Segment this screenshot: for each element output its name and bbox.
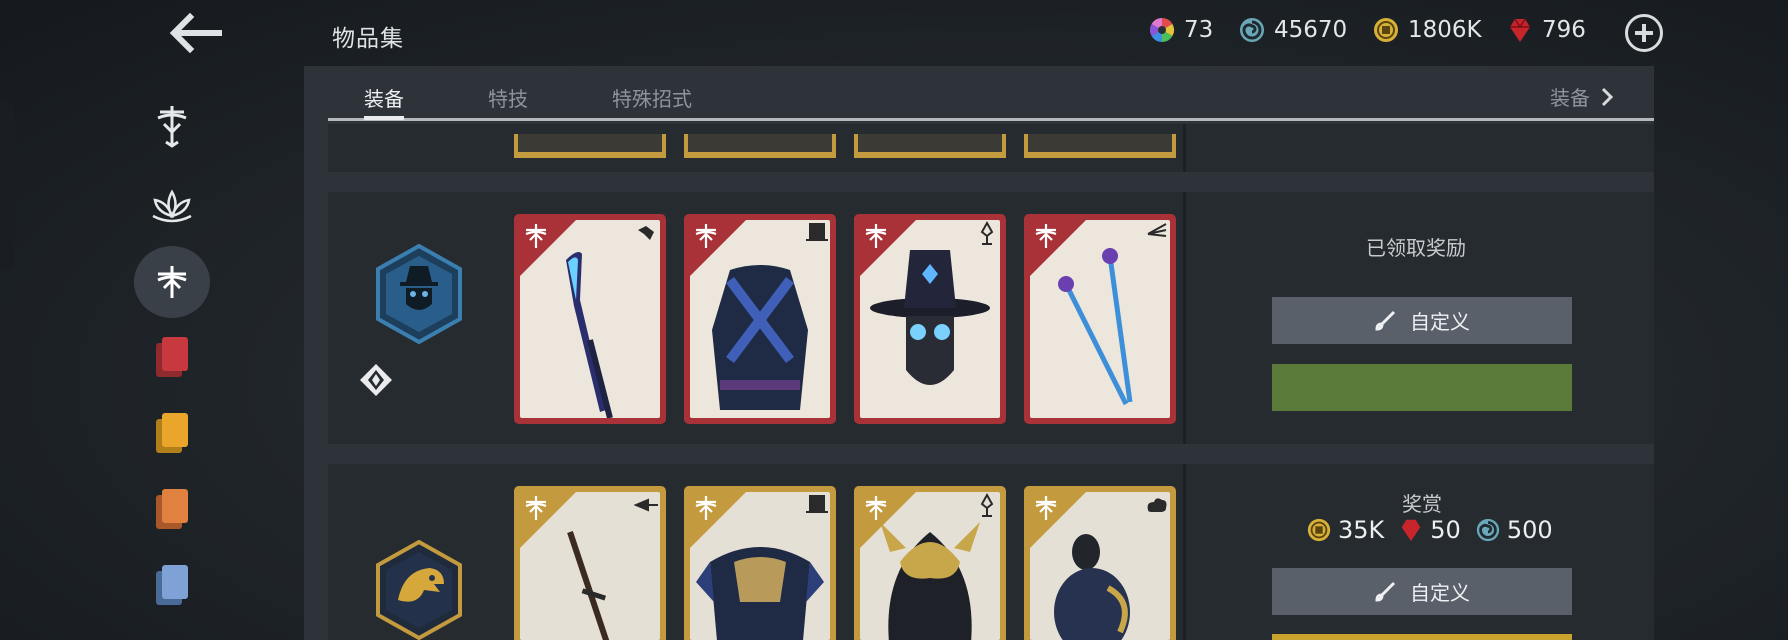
red-cards-icon (156, 337, 188, 377)
row-divider (1183, 124, 1186, 172)
gold-coin-icon (1307, 518, 1331, 542)
card-partial[interactable] (1024, 134, 1176, 158)
currency-spirit: 45670 (1238, 16, 1347, 44)
rainbow-wheel-icon (1149, 17, 1175, 42)
customize-label: 自定义 (1410, 581, 1470, 605)
sidebar-item-legendary-sets[interactable] (134, 398, 210, 470)
currency-value: 45670 (1274, 17, 1348, 43)
tab-next-button[interactable]: 装备 (1550, 82, 1614, 111)
add-currency-button[interactable] (1625, 14, 1663, 52)
top-bar: 物品集 73 45670 1806K 796 (0, 0, 1788, 66)
edge-notch (0, 100, 14, 270)
spirit-swirl-icon (1240, 18, 1264, 42)
page-title: 物品集 (332, 26, 404, 52)
weapon-type-icon (634, 498, 658, 512)
claimed-reward-bar[interactable] (1272, 364, 1572, 411)
currency-ruby: 796 (1506, 16, 1586, 44)
reward-list: 35K 50 500 (1306, 516, 1561, 544)
arrow-left-icon (169, 13, 222, 53)
currency-value: 1806K (1408, 17, 1482, 43)
row-divider (1183, 192, 1186, 444)
card-partial[interactable] (684, 134, 836, 158)
item-card-katana[interactable] (514, 486, 666, 640)
card-partial[interactable] (514, 134, 666, 158)
weapon-type-icon (638, 226, 654, 240)
dragonfly-icon (1035, 224, 1057, 248)
armor-type-icon (806, 223, 828, 241)
customize-label: 自定义 (1410, 310, 1470, 334)
customize-button[interactable]: 自定义 (1272, 568, 1572, 615)
reward-gold: 35K (1306, 516, 1384, 544)
item-card-helm[interactable] (854, 214, 1006, 424)
tab-next-label: 装备 (1550, 86, 1590, 110)
brush-icon (1375, 310, 1396, 331)
chevron-right-icon (1601, 87, 1614, 106)
dragonfly-icon (525, 496, 547, 520)
reward-value: 50 (1430, 516, 1461, 544)
ruby-gem-icon (1401, 519, 1421, 542)
armor-type-icon (806, 495, 828, 513)
reward-spirit: 500 (1475, 516, 1553, 544)
currency-rainbow: 73 (1148, 16, 1213, 44)
currency-gold: 1806K (1372, 16, 1482, 44)
sidebar-item-rare-sets[interactable] (134, 474, 210, 546)
yellow-cards-icon (156, 413, 188, 453)
sidebar-item-common-sets[interactable] (134, 550, 210, 622)
sidebar-item-crest[interactable] (134, 90, 210, 162)
set-row-epic: 已领取奖励 自定义 (328, 192, 1654, 444)
reward-ruby: 50 (1398, 516, 1461, 544)
customize-button[interactable]: 自定义 (1272, 297, 1572, 344)
helm-type-icon (980, 220, 994, 245)
orange-cards-icon (156, 489, 188, 529)
item-card-glaive[interactable] (514, 214, 666, 424)
dragonfly-icon (865, 224, 887, 248)
claim-reward-button[interactable] (1272, 634, 1572, 640)
set-status-text: 已领取奖励 (1366, 236, 1466, 260)
row-divider (1183, 464, 1186, 640)
sidebar-item-lotus[interactable] (134, 170, 210, 242)
blue-cards-icon (156, 565, 188, 605)
tab-special-moves[interactable]: 特殊招式 (612, 83, 692, 112)
brush-icon (1375, 581, 1396, 602)
ruby-gem-icon (1510, 18, 1530, 42)
dragonfly-icon (1035, 496, 1057, 520)
item-card-armor[interactable] (684, 214, 836, 424)
reward-value: 500 (1506, 516, 1553, 544)
dragonfly-icon (157, 266, 187, 298)
dragonfly-icon (695, 224, 717, 248)
reward-value: 35K (1338, 516, 1385, 544)
tab-equipment[interactable]: 装备 (364, 83, 404, 112)
currency-value: 73 (1184, 17, 1214, 43)
sidebar-item-dragonfly[interactable] (134, 246, 210, 318)
item-card-samurai-armor[interactable] (684, 486, 836, 640)
tab-divider (328, 118, 1654, 121)
dragonfly-icon (695, 496, 717, 520)
lotus-icon (152, 189, 192, 223)
magic-type-icon (1147, 498, 1167, 512)
dragonfly-icon (865, 496, 887, 520)
rarity-diamond-icon (360, 364, 392, 396)
reward-title: 奖赏 (1402, 492, 1442, 516)
dragonfly-icon (525, 224, 547, 248)
item-card-ranged[interactable] (1024, 214, 1176, 424)
set-row-partial (328, 124, 1654, 172)
gold-coin-icon (1374, 18, 1398, 42)
dragonfly-crest-icon (157, 106, 187, 148)
eagle-emblem-icon (376, 540, 462, 640)
set-row-legendary: 奖赏 35K 50 500 自定义 (328, 464, 1654, 640)
item-card-gourd[interactable] (1024, 486, 1176, 640)
back-button[interactable] (166, 8, 226, 58)
ranged-type-icon (1147, 223, 1167, 237)
spirit-swirl-icon (1476, 518, 1499, 542)
active-tab-indicator (364, 116, 404, 120)
helm-type-icon (980, 492, 994, 517)
tab-perks[interactable]: 特技 (488, 83, 528, 112)
currency-value: 796 (1542, 17, 1586, 43)
tab-bar: 装备 特技 特殊招式 (328, 66, 1654, 124)
plague-doctor-emblem-icon (376, 244, 462, 344)
sidebar-item-epic-sets[interactable] (134, 322, 210, 394)
card-partial[interactable] (854, 134, 1006, 158)
item-card-golden-helm[interactable] (854, 486, 1006, 640)
